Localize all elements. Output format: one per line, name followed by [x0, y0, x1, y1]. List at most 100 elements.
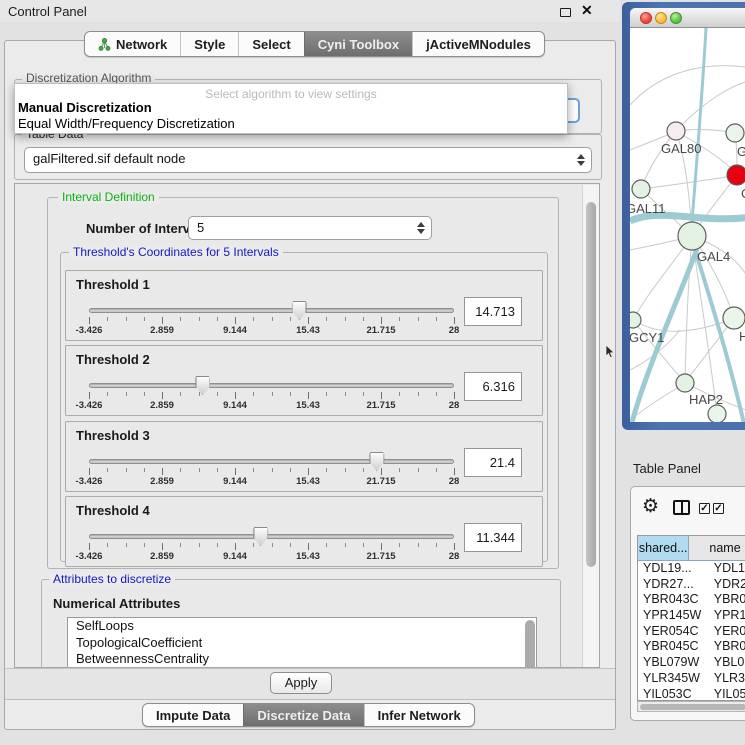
cell-shared-name[interactable]: YDR27...: [638, 577, 709, 593]
tick-label: 9.144: [223, 400, 247, 411]
table-body: YDL19...YDL19YDR27...YDR27YBR043CYBR043C…: [638, 561, 745, 701]
table-panel: ⚙ ✓ ✓ shared... name YDL19...YDL19YDR27.…: [630, 486, 745, 721]
interval-definition-label: Interval Definition: [58, 191, 159, 204]
network-node-hap2[interactable]: [676, 374, 694, 392]
network-node[interactable]: [708, 405, 726, 422]
tick-label: 9.144: [223, 476, 247, 487]
threshold-1-row: Threshold 1 -3.4262.8599.14415.4321.7152…: [65, 270, 543, 341]
tab-select[interactable]: Select: [238, 32, 303, 56]
tab-style[interactable]: Style: [180, 32, 238, 56]
table-row[interactable]: YPR145WYPR145W: [638, 608, 745, 624]
cell-shared-name[interactable]: YIL053C: [638, 687, 709, 702]
threshold-4-label: Threshold 4: [76, 503, 150, 518]
network-window-titlebar[interactable]: [630, 8, 745, 28]
column-header-shared-name[interactable]: shared...: [638, 536, 689, 560]
cell-name[interactable]: YER054C: [709, 624, 745, 640]
numerical-attributes-list[interactable]: SelfLoopsTopologicalCoefficientBetweenne…: [67, 617, 537, 668]
cell-shared-name[interactable]: YBL079W: [638, 655, 709, 671]
scrollbar-thumb[interactable]: [640, 704, 745, 710]
gear-icon[interactable]: ⚙: [642, 495, 659, 517]
zoom-traffic-light[interactable]: [670, 12, 682, 24]
table-row[interactable]: YBR045CYBR045C: [638, 639, 745, 655]
tab-infer-network[interactable]: Infer Network: [364, 704, 474, 726]
node-label: GAL4: [697, 249, 730, 264]
threshold-4-slider[interactable]: [89, 534, 454, 539]
cell-shared-name[interactable]: YER054C: [638, 624, 709, 640]
cell-name[interactable]: YIL053C: [709, 687, 745, 702]
scrollbar-thumb[interactable]: [586, 202, 596, 567]
table-data-combobox[interactable]: galFiltered.sif default node: [24, 147, 592, 173]
split-columns-icon[interactable]: [673, 500, 690, 515]
table-row[interactable]: YBL079WYBL079W: [638, 655, 745, 671]
popup-item-manual-discretization[interactable]: Manual Discretization: [15, 100, 567, 116]
network-node-gal4[interactable]: [678, 222, 706, 250]
list-scrollbar[interactable]: [525, 620, 535, 668]
cell-shared-name[interactable]: YLR345W: [638, 671, 709, 687]
tick-label: 15.43: [296, 325, 320, 336]
table-row[interactable]: YBR043CYBR043C: [638, 592, 745, 608]
table-data-value: galFiltered.sif default node: [33, 151, 185, 166]
tick-label: 2.859: [150, 551, 174, 562]
table-row[interactable]: YDR27...YDR27: [638, 577, 745, 593]
slider-tick-labels: -3.4262.8599.14415.4321.71528: [89, 400, 454, 412]
threshold-3-value-field[interactable]: 21.4: [464, 448, 522, 477]
tick-label: -3.426: [76, 476, 103, 487]
column-header-name[interactable]: name: [689, 536, 745, 560]
network-node-gcy1[interactable]: [630, 312, 641, 328]
threshold-2-value-field[interactable]: 6.316: [464, 372, 522, 401]
network-icon: [98, 38, 111, 51]
thresholds-group-label: Threshold's Coordinates for 5 Intervals: [69, 246, 283, 259]
tick-label: 28: [449, 400, 460, 411]
network-node-c[interactable]: [727, 165, 745, 185]
attribute-list-item[interactable]: BetweennessCentrality: [68, 651, 536, 668]
tab-impute-data[interactable]: Impute Data: [143, 704, 243, 726]
close-icon[interactable]: ✕: [581, 2, 593, 19]
attribute-list-item[interactable]: SelfLoops: [68, 618, 536, 635]
network-node-h[interactable]: [723, 307, 745, 329]
cell-name[interactable]: YPR145W: [709, 608, 745, 624]
attribute-list-item[interactable]: TopologicalCoefficient: [68, 635, 536, 652]
table-row[interactable]: YLR345WYLR345W: [638, 671, 745, 687]
checkbox-icon[interactable]: ✓: [699, 503, 710, 514]
cell-name[interactable]: YBR045C: [709, 639, 745, 655]
checkbox-icon[interactable]: ✓: [713, 503, 724, 514]
interval-definition-group: Interval Definition Number of Intervals …: [47, 197, 559, 569]
cell-name[interactable]: YDR27: [709, 577, 745, 593]
tab-jactivemnodules-label: jActiveMNodules: [426, 37, 531, 52]
threshold-2-slider[interactable]: [89, 383, 454, 388]
table-row[interactable]: YIL053CYIL053C: [638, 687, 745, 702]
table-row[interactable]: YDL19...YDL19: [638, 561, 745, 577]
cell-shared-name[interactable]: YPR145W: [638, 608, 709, 624]
tab-cyni-toolbox[interactable]: Cyni Toolbox: [304, 32, 412, 56]
network-node-g[interactable]: [726, 124, 744, 142]
network-graph: GAL80GCGAL11GAL4GCY1HHAP2: [630, 28, 745, 422]
tab-discretize-data[interactable]: Discretize Data: [243, 704, 363, 726]
table-horizontal-scrollbar[interactable]: [637, 701, 745, 712]
close-traffic-light[interactable]: [640, 12, 652, 24]
network-node-gal11[interactable]: [632, 180, 650, 198]
table-header-row: shared... name: [638, 536, 745, 561]
cell-name[interactable]: YLR345W: [709, 671, 745, 687]
network-node-gal80[interactable]: [667, 122, 685, 140]
number-of-intervals-combobox[interactable]: 5: [188, 216, 432, 240]
float-window-icon[interactable]: [560, 8, 571, 17]
cell-name[interactable]: YBL079W: [709, 655, 745, 671]
cell-shared-name[interactable]: YBR045C: [638, 639, 709, 655]
threshold-1-value-field[interactable]: 14.713: [464, 297, 522, 326]
slider-ticks: [89, 317, 454, 325]
threshold-4-value-field[interactable]: 11.344: [464, 523, 522, 552]
network-canvas[interactable]: GAL80GCGAL11GAL4GCY1HHAP2: [630, 28, 745, 422]
threshold-3-slider[interactable]: [89, 459, 454, 464]
cell-name[interactable]: YBR043C: [709, 592, 745, 608]
minimize-traffic-light[interactable]: [655, 12, 667, 24]
popup-item-equal-width-frequency[interactable]: Equal Width/Frequency Discretization: [15, 116, 567, 132]
cell-shared-name[interactable]: YBR043C: [638, 592, 709, 608]
tab-jactivemnodules[interactable]: jActiveMNodules: [412, 32, 544, 56]
settings-scrollbar[interactable]: [582, 185, 599, 668]
table-row[interactable]: YER054CYER054C: [638, 624, 745, 640]
cell-name[interactable]: YDL19: [709, 561, 745, 577]
tab-network[interactable]: Network: [85, 32, 180, 56]
apply-button[interactable]: Apply: [270, 672, 332, 694]
cell-shared-name[interactable]: YDL19...: [638, 561, 709, 577]
threshold-1-slider[interactable]: [89, 308, 454, 313]
